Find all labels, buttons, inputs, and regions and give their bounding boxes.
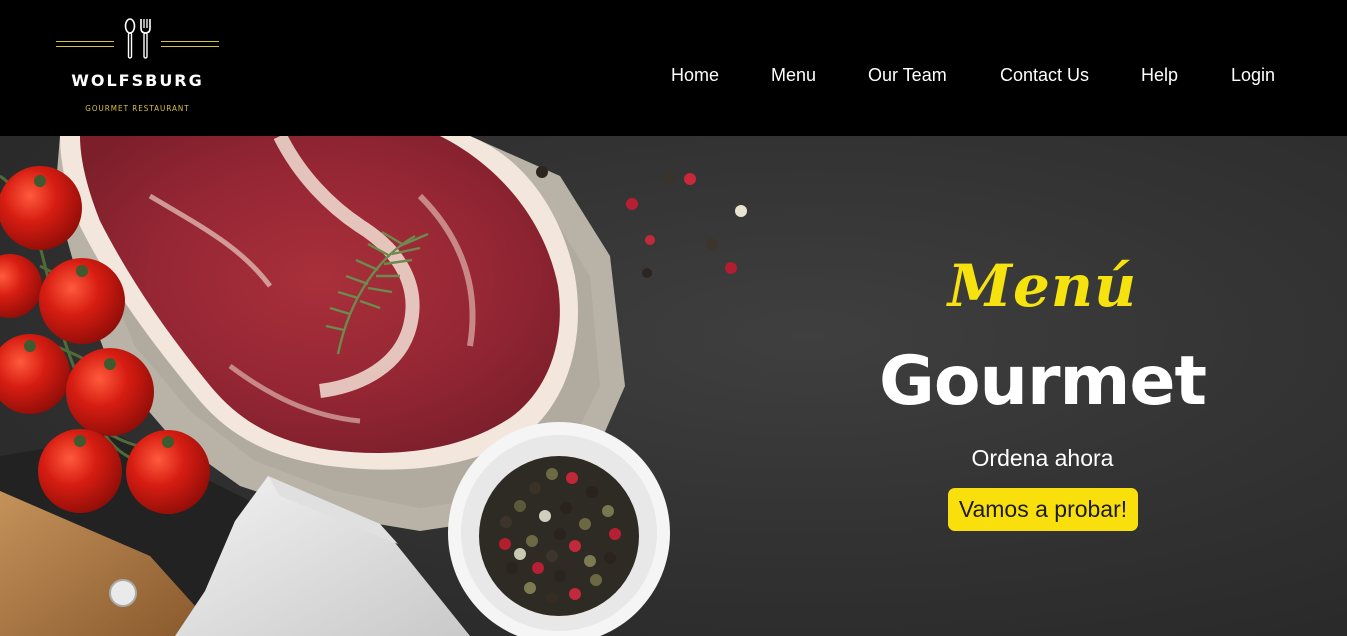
nav-item-our-team[interactable]: Our Team (868, 65, 947, 86)
order-now-button[interactable]: Vamos a probar! (948, 488, 1138, 531)
hero-title: Gourmet (879, 342, 1207, 421)
brand-name: WOLFSBURG (71, 71, 204, 90)
nav-item-login[interactable]: Login (1231, 65, 1275, 86)
nav-item-contact-us[interactable]: Contact Us (1000, 65, 1089, 86)
hero-banner: Menú Gourmet Ordena ahora Vamos a probar… (0, 136, 1347, 636)
site-header: WOLFSBURG GOURMET RESTAURANT Home Menu O… (0, 0, 1347, 136)
nav-item-help[interactable]: Help (1141, 65, 1178, 86)
hero-subtitle: Ordena ahora (971, 445, 1114, 471)
nav-item-home[interactable]: Home (671, 65, 719, 86)
logo-divider-right (161, 41, 219, 47)
logo-divider-left (56, 41, 114, 47)
nav-item-menu[interactable]: Menu (771, 65, 816, 86)
hero-script-title: Menú (947, 252, 1138, 320)
fork-spoon-icon (124, 18, 151, 59)
brand-tagline: GOURMET RESTAURANT (85, 104, 190, 113)
logo[interactable]: WOLFSBURG GOURMET RESTAURANT (55, 18, 220, 118)
